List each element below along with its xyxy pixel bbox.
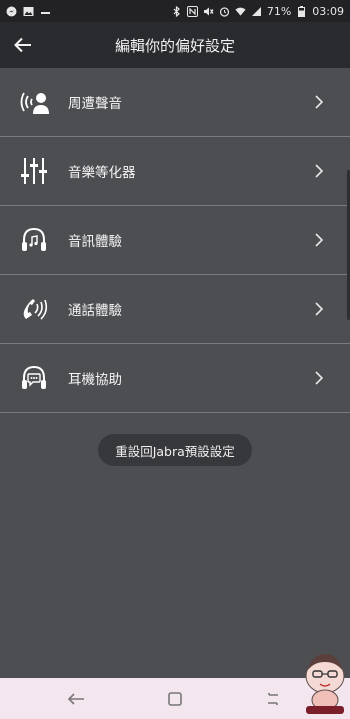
chevron-right-icon — [315, 95, 324, 109]
facebook-messenger-icon — [6, 6, 17, 17]
status-right-icons: 71% 03:09 — [171, 5, 344, 18]
status-left-icons — [6, 6, 51, 17]
hear-through-person-icon — [0, 68, 68, 137]
recents-nav-button[interactable] — [262, 688, 284, 710]
menu-item-audio-experience[interactable]: 音訊體驗 — [0, 206, 350, 275]
status-bar: 71% 03:09 — [0, 0, 350, 22]
menu-item-call-experience[interactable]: 通話體驗 — [0, 275, 350, 344]
chevron-right-icon — [315, 164, 324, 178]
menu-item-equalizer[interactable]: 音樂等化器 — [0, 137, 350, 206]
menu-item-ambient-sound[interactable]: 周遭聲音 — [0, 68, 350, 137]
headphones-chat-icon — [0, 344, 68, 413]
mascot-watermark — [305, 654, 345, 714]
page-title: 編輯你的偏好設定 — [114, 36, 235, 55]
chevron-right-icon — [315, 233, 324, 247]
home-nav-button[interactable] — [164, 688, 186, 710]
back-button[interactable] — [0, 22, 46, 68]
chevron-right-icon — [315, 371, 324, 385]
bluetooth-icon — [171, 5, 182, 17]
wifi-icon — [235, 6, 246, 17]
status-time: 03:09 — [312, 4, 344, 18]
reset-to-default-button[interactable]: 重設回Jabra預設設定 — [98, 434, 252, 466]
chevron-right-icon — [315, 302, 324, 316]
signal-icon — [251, 6, 262, 17]
menu-item-headset-assist[interactable]: 耳機協助 — [0, 344, 350, 413]
menu-item-label: 音樂等化器 — [68, 165, 136, 181]
image-icon — [23, 6, 34, 17]
menu-item-label: 音訊體驗 — [68, 234, 122, 250]
menu-item-label: 周遭聲音 — [68, 96, 122, 112]
nfc-icon — [186, 5, 198, 17]
back-nav-button[interactable] — [65, 688, 87, 710]
battery-icon — [296, 5, 307, 17]
arrow-left-icon — [14, 37, 31, 53]
battery-percent: 71% — [266, 4, 292, 18]
phone-call-icon — [0, 275, 68, 344]
mute-icon — [203, 6, 214, 17]
home-nav-icon — [168, 692, 182, 706]
menu-item-label: 通話體驗 — [68, 303, 122, 319]
app-notification-icon — [40, 6, 51, 17]
headphones-music-icon — [0, 206, 68, 275]
recents-nav-icon — [268, 693, 278, 705]
menu-item-label: 耳機協助 — [68, 372, 122, 388]
back-nav-icon — [67, 693, 84, 705]
alarm-icon — [219, 6, 230, 17]
app-bar: 編輯你的偏好設定 — [0, 22, 350, 68]
preferences-list: 周遭聲音 音樂等化器 音訊體驗 通話體驗 耳機協助 — [0, 68, 350, 413]
system-nav-bar — [0, 678, 350, 719]
equalizer-sliders-icon — [0, 137, 68, 206]
